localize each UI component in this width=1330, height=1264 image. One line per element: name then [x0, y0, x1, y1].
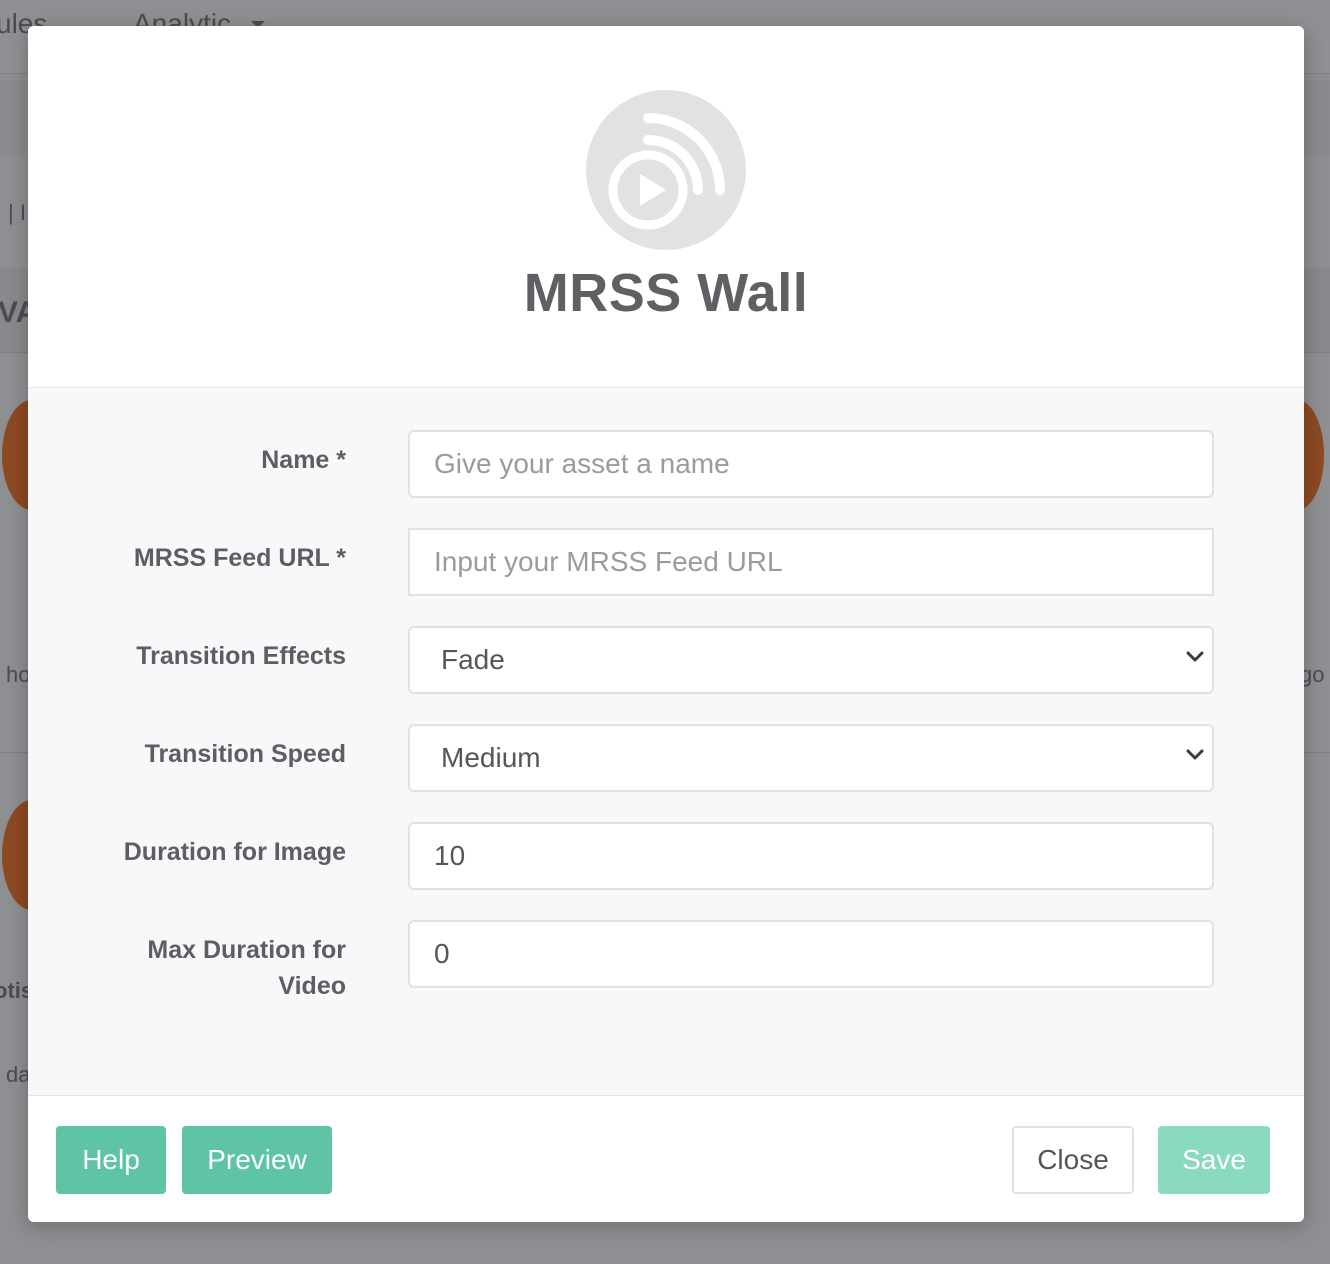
background-text: ho: [6, 662, 31, 687]
name-input[interactable]: [408, 430, 1214, 498]
max-duration-video-label: Max Duration for Video: [147, 936, 346, 1000]
modal-body: Name * MRSS Feed URL * Transition Effect…: [28, 388, 1304, 1096]
save-button[interactable]: Save: [1158, 1126, 1270, 1194]
chevron-down-icon: [1186, 749, 1204, 760]
form-row-duration-image: Duration for Image: [28, 822, 1304, 890]
chevron-down-icon: [1186, 651, 1204, 662]
modal-footer: Help Preview Close Save: [28, 1096, 1304, 1222]
duration-image-label: Duration for Image: [123, 838, 346, 866]
help-button[interactable]: Help: [56, 1126, 166, 1194]
form-row-feed-url: MRSS Feed URL *: [28, 528, 1304, 596]
transition-speed-select[interactable]: Medium: [408, 724, 1214, 792]
feed-url-input[interactable]: [408, 528, 1214, 596]
max-duration-video-input[interactable]: [408, 920, 1214, 988]
preview-button[interactable]: Preview: [182, 1126, 332, 1194]
transition-effects-select[interactable]: Fade: [408, 626, 1214, 694]
name-label: Name *: [261, 446, 346, 474]
modal-title: MRSS Wall: [523, 263, 809, 323]
transition-effects-value[interactable]: Fade: [408, 626, 1214, 694]
background-text: | I: [8, 200, 26, 225]
transition-speed-label: Transition Speed: [144, 740, 346, 768]
form-row-max-duration-video: Max Duration for Video: [28, 920, 1304, 1000]
mrss-wall-icon: [586, 90, 746, 250]
transition-speed-value[interactable]: Medium: [408, 724, 1214, 792]
form-row-transition-effects: Transition Effects Fade: [28, 626, 1304, 694]
mrss-wall-modal: MRSS Wall Name * MRSS Feed URL * Transit…: [28, 26, 1304, 1222]
background-text: da: [6, 1062, 31, 1087]
close-button[interactable]: Close: [1012, 1126, 1134, 1194]
duration-image-input[interactable]: [408, 822, 1214, 890]
feed-url-label: MRSS Feed URL *: [133, 544, 346, 572]
transition-effects-label: Transition Effects: [136, 642, 346, 670]
form-row-transition-speed: Transition Speed Medium: [28, 724, 1304, 792]
modal-header: MRSS Wall: [28, 26, 1304, 388]
form-row-name: Name *: [28, 430, 1304, 498]
